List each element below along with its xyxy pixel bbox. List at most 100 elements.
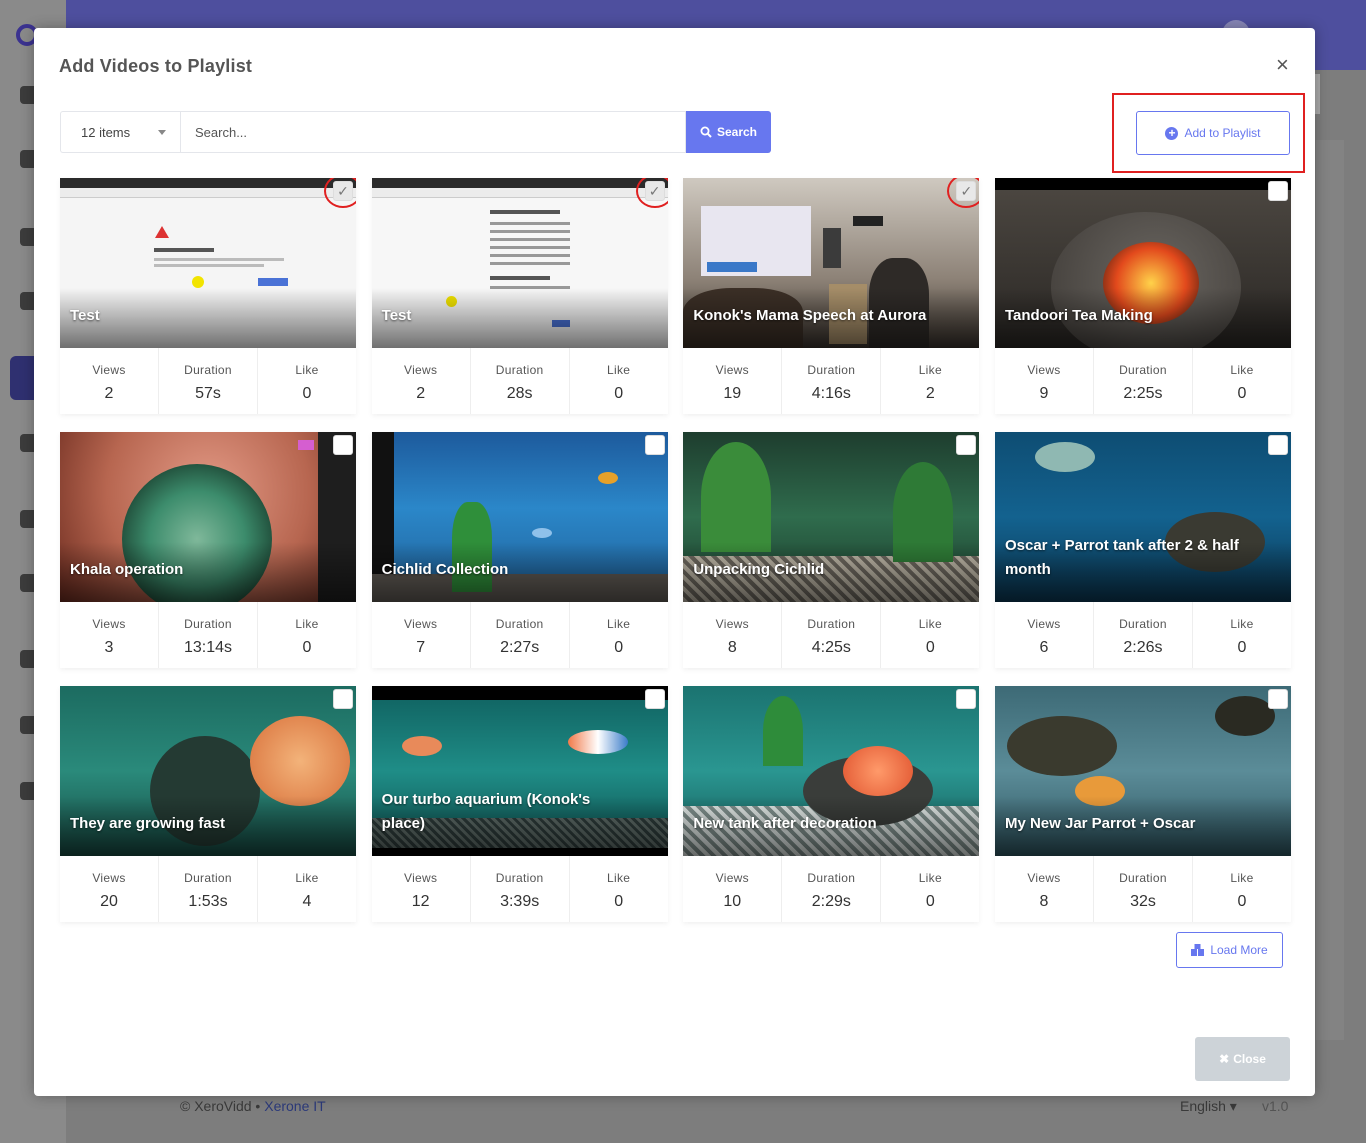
like-label: Like (607, 363, 631, 377)
video-thumbnail[interactable]: Our turbo aquarium (Konok's place) (371, 686, 668, 856)
like-value: 0 (614, 893, 624, 910)
select-video-checkbox[interactable] (644, 435, 665, 455)
video-grid: Test ✓ Views 2 Duration 57s Like 0 Test (60, 178, 1291, 922)
video-stats: Views 7 Duration 2:27s Like 0 (372, 602, 668, 668)
select-video-checkbox[interactable] (644, 689, 665, 709)
video-thumbnail[interactable]: Konok's Mama Speech at Aurora ✓ (683, 178, 980, 348)
video-title: Tandoori Tea Making (1004, 307, 1153, 324)
add-videos-modal: Add Videos to Playlist × 12 items Search… (34, 28, 1315, 1096)
close-button[interactable]: ✖ Close (1195, 1037, 1290, 1081)
like-label: Like (295, 617, 319, 631)
select-video-checkbox[interactable] (333, 435, 353, 455)
duration-label: Duration (1119, 363, 1167, 377)
select-video-checkbox[interactable] (1267, 181, 1288, 201)
version-label: v1.0 (1262, 1098, 1289, 1114)
views-value: 2 (104, 385, 114, 402)
video-card[interactable]: Cichlid Collection Views 7 Duration 2:27… (371, 432, 668, 668)
views-stat: Views 3 (60, 602, 159, 668)
select-video-checkbox[interactable]: ✓ (947, 178, 980, 208)
duration-label: Duration (807, 871, 856, 885)
select-video-checkbox[interactable] (956, 689, 977, 709)
views-stat: Views 9 (995, 348, 1094, 414)
video-stats: Views 2 Duration 57s Like 0 (60, 348, 356, 414)
video-card[interactable]: Tandoori Tea Making Views 9 Duration 2:2… (994, 178, 1291, 414)
views-label: Views (715, 871, 749, 885)
search-toolbar: 12 items Search (60, 111, 771, 153)
video-title: My New Jar Parrot + Oscar (1004, 815, 1196, 832)
select-video-checkbox[interactable]: ✓ (324, 178, 356, 208)
video-card[interactable]: They are growing fast Views 20 Duration … (60, 686, 356, 922)
close-button-label: Close (1233, 1052, 1266, 1066)
search-button[interactable]: Search (686, 111, 771, 153)
like-label: Like (1230, 363, 1254, 377)
load-more-button[interactable]: Load More (1176, 932, 1283, 968)
video-card[interactable]: Khala operation Views 3 Duration 13:14s … (60, 432, 356, 668)
video-thumbnail[interactable]: Oscar + Parrot tank after 2 & half month (994, 432, 1291, 602)
views-stat: Views 6 (995, 602, 1094, 668)
search-input[interactable] (180, 111, 686, 153)
video-stats: Views 6 Duration 2:26s Like 0 (995, 602, 1291, 668)
video-thumbnail[interactable]: My New Jar Parrot + Oscar (994, 686, 1291, 856)
like-label: Like (295, 871, 319, 885)
duration-label: Duration (495, 617, 544, 631)
video-thumbnail[interactable]: Test ✓ (371, 178, 668, 348)
chevron-down-icon (158, 130, 166, 135)
video-card[interactable]: Our turbo aquarium (Konok's place) Views… (371, 686, 668, 922)
video-title: Oscar + Parrot tank after 2 & half month (1004, 537, 1239, 578)
video-stats: Views 8 Duration 4:25s Like 0 (683, 602, 979, 668)
like-stat: Like 2 (881, 348, 979, 414)
views-value: 3 (104, 639, 114, 656)
video-title: Konok's Mama Speech at Aurora (693, 307, 927, 324)
like-label: Like (607, 871, 631, 885)
select-video-checkbox[interactable] (1267, 689, 1288, 709)
like-label: Like (918, 617, 942, 631)
video-title: Unpacking Cichlid (693, 561, 825, 578)
like-label: Like (918, 871, 942, 885)
like-stat: Like 0 (1193, 348, 1291, 414)
views-value: 6 (1039, 639, 1049, 656)
video-thumbnail[interactable]: New tank after decoration (683, 686, 980, 856)
video-thumbnail[interactable]: They are growing fast (60, 686, 356, 856)
views-label: Views (1027, 871, 1061, 885)
video-thumbnail[interactable]: Tandoori Tea Making (994, 178, 1291, 348)
items-per-page-select[interactable]: 12 items (60, 111, 180, 153)
video-card[interactable]: Konok's Mama Speech at Aurora ✓ Views 19… (683, 178, 980, 414)
video-card[interactable]: Test ✓ Views 2 Duration 57s Like 0 (60, 178, 356, 414)
video-title: Khala operation (70, 561, 184, 578)
video-thumbnail[interactable]: Test ✓ (60, 178, 356, 348)
select-video-checkbox[interactable] (1267, 435, 1288, 455)
duration-value: 1:53s (188, 893, 228, 910)
duration-value: 2:29s (811, 893, 851, 910)
video-thumbnail[interactable]: Unpacking Cichlid (683, 432, 980, 602)
select-video-checkbox[interactable]: ✓ (635, 178, 668, 208)
video-title: Cichlid Collection (381, 561, 509, 578)
views-stat: Views 20 (60, 856, 159, 922)
video-card[interactable]: New tank after decoration Views 10 Durat… (683, 686, 980, 922)
duration-value: 32s (1130, 893, 1156, 910)
video-card[interactable]: My New Jar Parrot + Oscar Views 8 Durati… (994, 686, 1291, 922)
video-card[interactable]: Test ✓ Views 2 Duration 28s Like 0 (371, 178, 668, 414)
select-video-checkbox[interactable] (333, 689, 353, 709)
video-card[interactable]: Unpacking Cichlid Views 8 Duration 4:25s… (683, 432, 980, 668)
video-thumbnail[interactable]: Khala operation (60, 432, 356, 602)
duration-value: 4:25s (811, 639, 851, 656)
duration-value: 2:25s (1123, 385, 1163, 402)
duration-stat: Duration 2:25s (1094, 348, 1193, 414)
close-icon[interactable]: × (1276, 54, 1289, 76)
views-stat: Views 8 (995, 856, 1094, 922)
views-label: Views (92, 617, 126, 631)
background-card (1316, 140, 1344, 1040)
video-card[interactable]: Oscar + Parrot tank after 2 & half month… (994, 432, 1291, 668)
duration-label: Duration (184, 363, 232, 377)
views-stat: Views 19 (683, 348, 783, 414)
like-value: 4 (302, 893, 312, 910)
like-stat: Like 0 (1193, 856, 1291, 922)
video-stats: Views 19 Duration 4:16s Like 2 (683, 348, 979, 414)
select-video-checkbox[interactable] (956, 435, 977, 455)
video-thumbnail[interactable]: Cichlid Collection (371, 432, 668, 602)
like-value: 0 (1237, 893, 1247, 910)
video-stats: Views 20 Duration 1:53s Like 4 (60, 856, 356, 922)
times-icon: ✖ (1219, 1052, 1230, 1066)
video-stats: Views 8 Duration 32s Like 0 (995, 856, 1291, 922)
add-to-playlist-button[interactable]: + Add to Playlist (1136, 111, 1290, 155)
